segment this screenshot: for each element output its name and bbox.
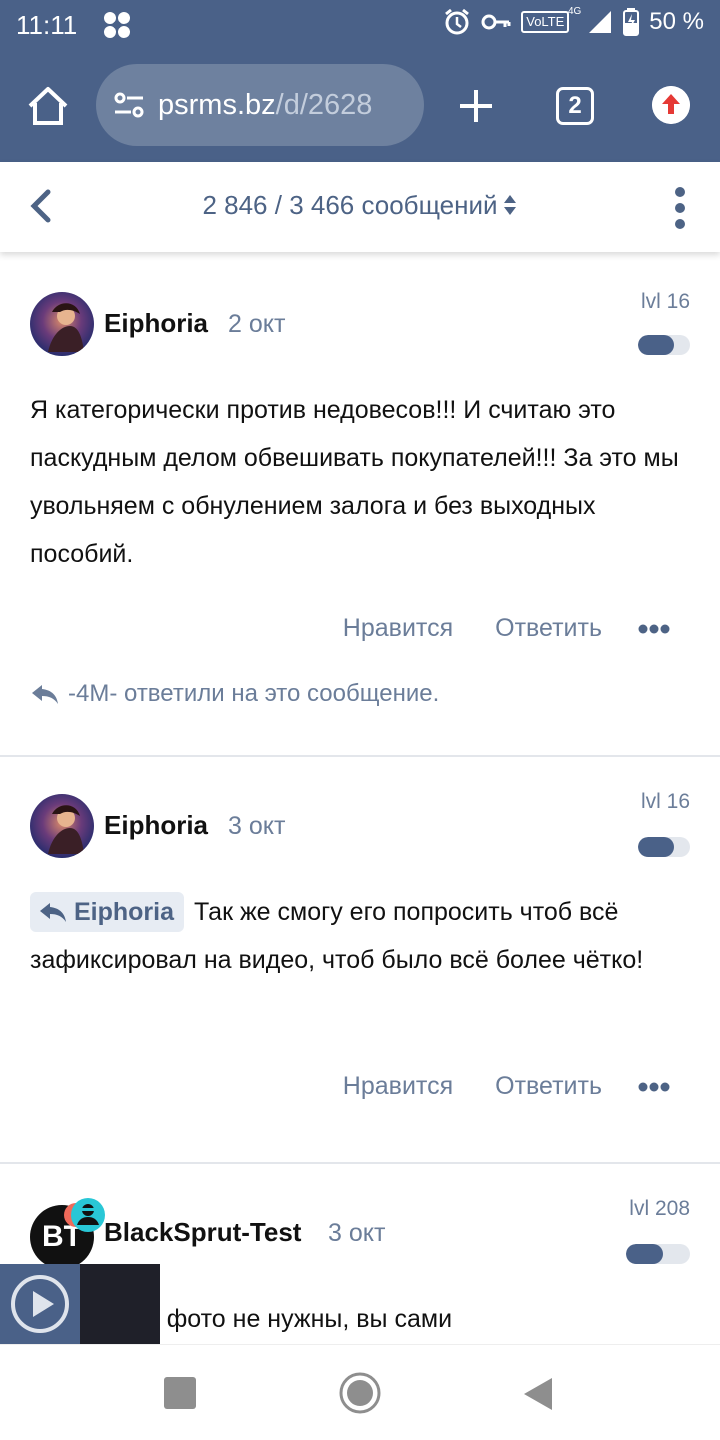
reply-button[interactable]: Ответить — [495, 614, 602, 643]
user-level: lvl 16 — [640, 790, 690, 813]
user-level: lvl 208 — [629, 1197, 690, 1220]
reply-arrow-icon — [40, 903, 66, 922]
discussion-nav: 2 846 / 3 466 сообщений — [0, 162, 720, 252]
post-body: Я категорически против недовесов!!! И сч… — [30, 396, 679, 568]
avatar[interactable] — [30, 292, 94, 356]
signal-icon — [589, 11, 612, 33]
status-bar: 11:11 VoLTE 4G 50 % — [0, 0, 720, 52]
back-button-icon[interactable] — [520, 1375, 556, 1413]
more-vertical-icon[interactable] — [668, 186, 692, 230]
post-author[interactable]: Eiphoria — [104, 810, 208, 841]
play-icon[interactable] — [10, 1274, 70, 1334]
more-horizontal-icon[interactable] — [638, 1082, 670, 1092]
recents-icon[interactable] — [164, 1377, 196, 1409]
site-settings-icon[interactable] — [112, 88, 146, 122]
post-author[interactable]: BlackSprut-Test — [104, 1217, 301, 1248]
post-counter[interactable]: 2 846 / 3 466 сообщений — [0, 190, 720, 221]
status-time: 11:11 — [16, 10, 78, 40]
status-right: VoLTE 4G 50 % — [443, 6, 704, 36]
battery-percent: 50 % — [649, 8, 704, 35]
post: Eiphoria 2 окт lvl 16 Я категорически пр… — [0, 252, 720, 757]
level-progress — [638, 837, 690, 857]
app-notification-icon — [104, 12, 130, 38]
replies-note[interactable]: -4M- ответили на это сообщение. — [30, 680, 439, 708]
level-progress — [626, 1244, 690, 1264]
media-player[interactable] — [0, 1264, 160, 1344]
reply-arrow-icon — [32, 685, 58, 704]
sort-icon — [503, 195, 516, 215]
post-author[interactable]: Eiphoria — [104, 308, 208, 339]
moderator-badge-icon — [64, 1198, 105, 1232]
more-horizontal-icon[interactable] — [638, 624, 670, 634]
reply-button[interactable]: Ответить — [495, 1072, 602, 1101]
post-date[interactable]: 3 окт — [228, 812, 285, 841]
update-icon[interactable] — [652, 86, 690, 124]
avatar[interactable] — [30, 794, 94, 858]
address-bar[interactable]: psrms.bz/d/2628 — [96, 64, 424, 146]
system-nav-bar — [0, 1344, 720, 1440]
like-button[interactable]: Нравится — [343, 614, 453, 643]
tab-switcher-button[interactable]: 2 — [556, 87, 594, 125]
post-date[interactable]: 3 окт — [328, 1219, 385, 1248]
post: Eiphoria 3 окт lvl 16 Eiphoria Так же смо… — [0, 758, 720, 1164]
post-date[interactable]: 2 окт — [228, 310, 285, 339]
volte-indicator: VoLTE 4G — [521, 6, 581, 33]
post-actions: Нравится Ответить — [343, 614, 670, 643]
new-tab-icon[interactable] — [456, 86, 496, 126]
battery-icon — [623, 8, 640, 36]
url-text[interactable]: psrms.bz/d/2628 — [158, 89, 372, 122]
post-body: Eiphoria Так же смогу его попросить чтоб … — [30, 888, 690, 984]
browser-toolbar: psrms.bz/d/2628 2 — [0, 52, 720, 162]
key-icon — [481, 14, 511, 30]
alarm-icon — [445, 8, 470, 35]
post-text: мне фото не нужны, вы сами — [114, 1305, 453, 1333]
like-button[interactable]: Нравится — [343, 1072, 453, 1101]
post-actions: Нравится Ответить — [343, 1072, 670, 1101]
level-progress — [638, 335, 690, 355]
mention-chip[interactable]: Eiphoria — [30, 892, 185, 932]
avatar-image — [30, 794, 94, 858]
home-icon[interactable] — [26, 84, 70, 128]
avatar-image — [30, 292, 94, 356]
user-level: lvl 16 — [640, 290, 690, 313]
home-button-icon[interactable] — [338, 1371, 382, 1415]
